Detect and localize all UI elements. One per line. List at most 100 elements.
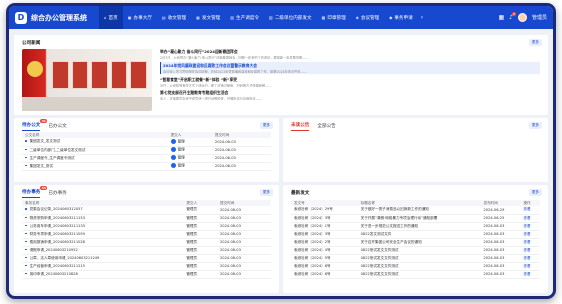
- table-row[interactable]: 索综社研〔2024〕3号 关于开展“清朗·网络暴力专项治理行动”通知部署 2024-…: [291, 214, 540, 223]
- doc-title: 关于召开集团公司安全生产会议的通知: [357, 238, 481, 247]
- nav-item[interactable]: ▤ 收文管理: [157, 6, 191, 29]
- bullet-icon: [25, 272, 27, 275]
- news-item[interactable]: 2024年党风廉政建设和反腐败工作会议暨警示教育大会 会议深入学习贯彻相关会议精神…: [160, 62, 540, 74]
- doc-title: 关于进一步规范公文报送工作的通知: [357, 222, 481, 231]
- submitter: 管理员: [183, 214, 217, 223]
- table-row[interactable]: 集团发文_测试 管理 2024-06-03: [22, 162, 271, 171]
- tab-todo-1[interactable]: 已办公文: [48, 123, 66, 131]
- table-row[interactable]: 索综社研〔2024〕4号 0822测试发文文件测试 2024-06-03 查看: [291, 246, 540, 255]
- nav-item[interactable]: ⌂ 首页: [99, 6, 123, 29]
- table-row[interactable]: 党委会议记录_2024060312057 管理员 2024-06-03: [22, 206, 271, 215]
- table-row[interactable]: 生产调度令_生产调度令测试 管理 2024-06-03: [22, 154, 271, 163]
- table-row[interactable]: 物资采购申请_20240603211153 管理员 2024-06-03: [22, 214, 271, 223]
- view-link[interactable]: 查看: [520, 246, 540, 255]
- news-more-button[interactable]: 更多: [528, 39, 542, 46]
- avatar[interactable]: [517, 13, 527, 22]
- bullet-icon: [25, 164, 27, 167]
- forward-icon: ▨: [269, 15, 273, 20]
- table-row[interactable]: 二级单位内部门_二级单位发文测试 管理 2024-06-03: [22, 146, 271, 155]
- table-row[interactable]: 费用报销申请_20240603211028 管理员 2024-06-03: [22, 238, 271, 247]
- table-row[interactable]: 公章、法人章使用申请_20240603211249 管理员 2024-06-03: [22, 254, 271, 263]
- app-screen: D 综合办公管理系统 ⌂ 首页 ▣ 办事大厅 ▤ 收文管理 ▦ 发文管理 ▧ 生产调度令 ▨ 二级单位…: [9, 6, 553, 296]
- submit-time: 2024-06-03: [211, 138, 271, 147]
- tab-affairs-0[interactable]: 待办事务 55: [22, 186, 48, 198]
- view-link[interactable]: 查看: [520, 238, 540, 247]
- tab-notice-1[interactable]: 全部公告: [317, 123, 335, 131]
- top-navigation-bar: D 综合办公管理系统 ⌂ 首页 ▣ 办事大厅 ▤ 收文管理 ▦ 发文管理 ▧ 生产调度令 ▨ 二级单位…: [9, 6, 553, 29]
- publish-time: 2024-06-25: [480, 214, 521, 223]
- submit-time: 2024-06-03: [217, 262, 271, 271]
- news-item[interactable]: 举办“凝心聚力 奋斗同行”2024迎新春团拜会 2月7日，公司举办“凝心聚力 奋斗…: [160, 49, 540, 59]
- doc-number: 索综社研〔2024〕3号: [291, 230, 358, 239]
- bullet-icon: [25, 140, 27, 143]
- nav-item[interactable]: ◈ 会议管理: [351, 6, 384, 29]
- view-link[interactable]: 查看: [520, 230, 540, 239]
- app-logo[interactable]: D 综合办公管理系统: [9, 11, 99, 24]
- news-item[interactable]: “智慧食堂”开启职工就餐“新”体验 “新”享受 近日，公司智慧食堂正式上线运行，职…: [160, 77, 540, 87]
- device-frame: D 综合办公管理系统 ⌂ 首页 ▣ 办事大厅 ▤ 收文管理 ▦ 发文管理 ▧ 生产调度令 ▨ 二级单位…: [6, 3, 556, 299]
- tab-affairs-1[interactable]: 已办事务: [48, 190, 66, 198]
- latest-docs-table: 发文号 标题名称 发布时间 操作 索综社研〔2024〕29号 关于做好一揽子消费品以旧换…: [291, 200, 540, 279]
- publish-time: 2024-06-03: [480, 270, 521, 279]
- table-row[interactable]: 索综社研〔2024〕1号 关于进一步规范公文报送工作的通知 2024-06-03 查看: [291, 222, 540, 231]
- table-row[interactable]: 集团发文_发文测试 管理 2024-06-03: [22, 138, 271, 147]
- count-badge: 31: [40, 119, 48, 123]
- nav-item-label: 收文管理: [167, 15, 187, 21]
- table-row[interactable]: 索综社研〔2024〕5号 0822测试发文文件测试 2024-06-03 查看: [291, 254, 540, 263]
- doc-title: 0822测试发文文件测试: [357, 254, 481, 263]
- doc-title: 关于开展“清朗·网络暴力专项治理行动”通知部署: [357, 214, 481, 223]
- bullet-icon: [25, 264, 27, 267]
- publish-time: 2024-06-03: [480, 254, 521, 263]
- submitter: 管理: [177, 147, 185, 152]
- user-avatar-icon: [170, 155, 176, 161]
- table-row[interactable]: 索综社研〔2024〕6号 0822测试发文文件测试 2024-06-03 查看: [291, 270, 540, 279]
- home-icon: ⌂: [104, 15, 107, 20]
- view-link[interactable]: 查看: [520, 206, 540, 215]
- todo-table: 公文名称 提交人 提交时间 集团发文_发文测试 管理 2024-06-03 二级单位内部门…: [22, 132, 271, 171]
- table-row[interactable]: 用印申请_20240603210828 管理员 2024-06-03: [22, 270, 271, 279]
- todo-more-button[interactable]: 更多: [259, 122, 273, 129]
- affairs-more-button[interactable]: 更多: [259, 189, 273, 196]
- view-link[interactable]: 查看: [520, 270, 540, 279]
- nav-item[interactable]: ▧ 生产调度令: [225, 6, 264, 29]
- table-row[interactable]: 生产经营申请_20240603211215 管理员 2024-06-03: [22, 262, 271, 271]
- view-link[interactable]: 查看: [520, 222, 540, 231]
- user-avatar-icon: [170, 147, 176, 153]
- view-link[interactable]: 查看: [520, 214, 540, 223]
- affair-name: 党委会议记录_2024060312057: [29, 207, 83, 212]
- notice-more-button[interactable]: 更多: [528, 122, 542, 129]
- doc-number: 索综社研〔2024〕4号: [291, 246, 358, 255]
- tab-notice-0[interactable]: 未读公告: [291, 122, 310, 131]
- table-row[interactable]: 公务用车申请_20240603211133 管理员 2024-06-03: [22, 222, 271, 231]
- tab-todo-0[interactable]: 待办公文 31: [22, 119, 48, 131]
- view-link[interactable]: 查看: [520, 262, 540, 271]
- table-row[interactable]: 索综社研〔2024〕6号 0822测试发文文件测试 2024-06-03 查看: [291, 262, 540, 271]
- submit-time: 2024-06-03: [211, 146, 271, 155]
- nav-more-chevron-icon[interactable]: ›: [418, 14, 426, 21]
- table-row[interactable]: 索综社研〔2024〕29号 关于做好一揽子消费品以旧换新工作的通知 2024-06-…: [291, 206, 540, 215]
- logo-icon: D: [15, 11, 27, 24]
- bell-icon[interactable]: ♪ 8: [509, 12, 516, 21]
- table-row[interactable]: 索综社研〔2024〕3号 0822发文测试文件 2024-06-03 查看: [291, 230, 540, 239]
- nav-item-label: 发文管理: [201, 15, 221, 21]
- table-row[interactable]: 索综社研〔2024〕2号 关于召开集团公司安全生产会议的通知 2024-06-03 查…: [291, 238, 540, 247]
- news-item[interactable]: 第七党支部召开主题教育专题组织生活会 会上，支部委员会班子成员逐一进行对照检查，开…: [160, 90, 540, 100]
- table-row[interactable]: 请假申请_20240603210952 管理员 2024-06-03: [22, 246, 271, 255]
- notice-list-empty: [291, 134, 540, 174]
- nav-item[interactable]: ▩ 印章管理: [317, 6, 351, 29]
- submit-time: 2024-06-03: [211, 154, 271, 163]
- nav-item-label: 印章管理: [327, 15, 346, 21]
- nav-item[interactable]: ▦ 发文管理: [191, 6, 225, 29]
- news-hero-image[interactable]: [22, 49, 152, 111]
- bullet-icon: [25, 232, 27, 235]
- table-row[interactable]: 财务专项申请_20240603211059 管理员 2024-06-03: [22, 230, 271, 239]
- nav-item[interactable]: ▨ 二级单位内部发文: [264, 6, 317, 29]
- latest-more-button[interactable]: 更多: [528, 189, 542, 196]
- grid-icon[interactable]: ▦: [498, 14, 504, 21]
- view-link[interactable]: 查看: [520, 254, 540, 263]
- nav-item[interactable]: ▣ 办事大厅: [123, 6, 157, 29]
- submitter: 管理: [177, 163, 185, 168]
- nav-item[interactable]: ◆ 事务申请: [384, 6, 417, 29]
- user-name[interactable]: 管理员: [532, 14, 547, 21]
- doc-title: 关于做好一揽子消费品以旧换新工作的通知: [357, 206, 481, 215]
